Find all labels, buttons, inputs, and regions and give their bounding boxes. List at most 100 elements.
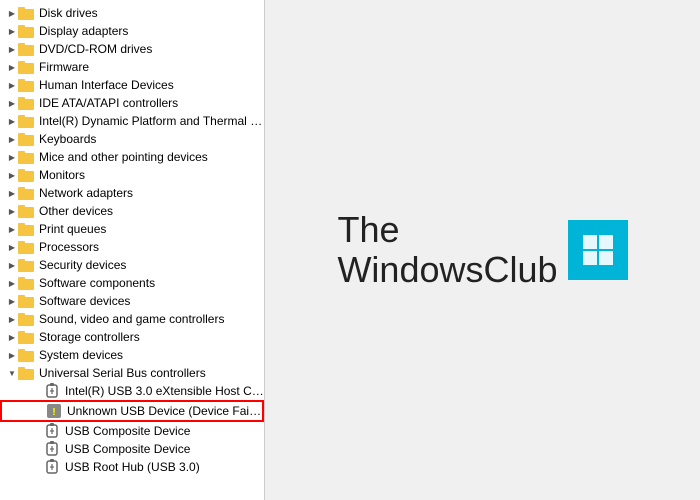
tree-item-system-devices[interactable]: ▶ System devices — [0, 346, 264, 364]
tree-item-label: Universal Serial Bus controllers — [37, 366, 206, 380]
tree-item-monitors[interactable]: ▶ Monitors — [0, 166, 264, 184]
tree-arrow[interactable]: ▶ — [6, 185, 18, 201]
tree-item-usb-controllers[interactable]: ▼ Universal Serial Bus controllers — [0, 364, 264, 382]
tree-arrow[interactable] — [32, 383, 44, 399]
tree-item-intel-usb[interactable]: Intel(R) USB 3.0 eXtensible Host Control… — [0, 382, 264, 400]
tree-arrow[interactable]: ▶ — [6, 113, 18, 129]
tree-arrow[interactable]: ▶ — [6, 59, 18, 75]
watermark-line1: The — [337, 210, 399, 250]
tree-item-label: Intel(R) Dynamic Platform and Thermal Fr… — [37, 114, 264, 128]
tree-item-ide-ata[interactable]: ▶ IDE ATA/ATAPI controllers — [0, 94, 264, 112]
tree-item-mice[interactable]: ▶ Mice and other pointing devices — [0, 148, 264, 166]
watermark: The WindowsClub — [337, 210, 627, 289]
tree-item-label: Network adapters — [37, 186, 133, 200]
usb-icon — [44, 459, 60, 475]
tree-item-storage-controllers[interactable]: ▶ Storage controllers — [0, 328, 264, 346]
folder-icon — [18, 257, 34, 273]
tree-arrow[interactable]: ▶ — [6, 41, 18, 57]
tree-item-label: Software components — [37, 276, 155, 290]
tree-item-software-components[interactable]: ▶ Software components — [0, 274, 264, 292]
folder-icon — [18, 347, 34, 363]
watermark-line2: WindowsClub — [337, 250, 557, 290]
folder-icon — [18, 221, 34, 237]
tree-item-label: System devices — [37, 348, 123, 362]
windows-logo-icon — [568, 220, 628, 280]
tree-item-label: Display adapters — [37, 24, 128, 38]
tree-item-print-queues[interactable]: ▶ Print queues — [0, 220, 264, 238]
tree-item-label: Other devices — [37, 204, 113, 218]
folder-icon — [18, 239, 34, 255]
right-panel: The WindowsClub — [265, 0, 700, 500]
folder-icon — [18, 95, 34, 111]
tree-arrow[interactable] — [32, 459, 44, 475]
folder-icon — [18, 311, 34, 327]
folder-icon — [18, 5, 34, 21]
tree-item-label: Unknown USB Device (Device Failed Enumer… — [65, 404, 262, 418]
tree-item-usb-root-hub[interactable]: USB Root Hub (USB 3.0) — [0, 458, 264, 476]
tree-item-disk-drives[interactable]: ▶ Disk drives — [0, 4, 264, 22]
tree-arrow[interactable]: ▶ — [6, 203, 18, 219]
tree-item-processors[interactable]: ▶ Processors — [0, 238, 264, 256]
folder-icon — [18, 113, 34, 129]
tree-arrow[interactable]: ▶ — [6, 167, 18, 183]
svg-text:!: ! — [52, 407, 55, 418]
tree-item-security-devices[interactable]: ▶ Security devices — [0, 256, 264, 274]
tree-arrow[interactable]: ▶ — [6, 347, 18, 363]
tree-arrow[interactable]: ▶ — [6, 239, 18, 255]
tree-item-display-adapters[interactable]: ▶ Display adapters — [0, 22, 264, 40]
tree-arrow[interactable]: ▶ — [6, 293, 18, 309]
tree-arrow[interactable]: ▶ — [6, 131, 18, 147]
tree-item-label: Intel(R) USB 3.0 eXtensible Host Control… — [63, 384, 264, 398]
tree-arrow[interactable]: ▶ — [6, 311, 18, 327]
tree-item-label: USB Composite Device — [63, 424, 190, 438]
tree-arrow[interactable] — [34, 403, 46, 419]
tree-arrow[interactable]: ▶ — [6, 221, 18, 237]
tree-arrow[interactable]: ▶ — [6, 149, 18, 165]
tree-item-intel-dynamic[interactable]: ▶ Intel(R) Dynamic Platform and Thermal … — [0, 112, 264, 130]
tree-arrow[interactable]: ▶ — [6, 275, 18, 291]
folder-icon — [18, 77, 34, 93]
device-manager-tree[interactable]: ▶ Disk drives▶ Display adapters▶ DVD/CD-… — [0, 0, 265, 500]
tree-item-label: Disk drives — [37, 6, 98, 20]
tree-item-human-interface[interactable]: ▶ Human Interface Devices — [0, 76, 264, 94]
tree-arrow[interactable]: ▶ — [6, 329, 18, 345]
tree-item-firmware[interactable]: ▶ Firmware — [0, 58, 264, 76]
tree-item-label: Print queues — [37, 222, 106, 236]
usb-icon — [44, 441, 60, 457]
tree-arrow[interactable]: ▶ — [6, 95, 18, 111]
tree-arrow[interactable]: ▶ — [6, 23, 18, 39]
tree-item-other-devices[interactable]: ▶ Other devices — [0, 202, 264, 220]
tree-item-label: USB Composite Device — [63, 442, 190, 456]
tree-item-label: USB Root Hub (USB 3.0) — [63, 460, 200, 474]
tree-arrow[interactable] — [32, 441, 44, 457]
tree-arrow[interactable] — [32, 423, 44, 439]
tree-item-sound-video[interactable]: ▶ Sound, video and game controllers — [0, 310, 264, 328]
folder-icon — [18, 59, 34, 75]
tree-arrow[interactable]: ▶ — [6, 257, 18, 273]
tree-item-label: Storage controllers — [37, 330, 140, 344]
folder-icon — [18, 329, 34, 345]
tree-item-label: Software devices — [37, 294, 130, 308]
folder-icon — [18, 23, 34, 39]
tree-item-keyboards[interactable]: ▶ Keyboards — [0, 130, 264, 148]
tree-arrow[interactable]: ▶ — [6, 5, 18, 21]
tree-item-label: IDE ATA/ATAPI controllers — [37, 96, 178, 110]
tree-arrow[interactable]: ▼ — [6, 365, 18, 381]
folder-icon — [18, 275, 34, 291]
tree-item-label: Processors — [37, 240, 99, 254]
tree-item-software-devices[interactable]: ▶ Software devices — [0, 292, 264, 310]
tree-arrow[interactable]: ▶ — [6, 77, 18, 93]
warning-icon: ! — [46, 403, 62, 419]
folder-icon — [18, 203, 34, 219]
folder-icon — [18, 149, 34, 165]
tree-item-usb-composite-2[interactable]: USB Composite Device — [0, 440, 264, 458]
folder-icon — [18, 167, 34, 183]
tree-item-label: Mice and other pointing devices — [37, 150, 208, 164]
tree-item-label: Firmware — [37, 60, 89, 74]
tree-item-network-adapters[interactable]: ▶ Network adapters — [0, 184, 264, 202]
tree-item-usb-composite-1[interactable]: USB Composite Device — [0, 422, 264, 440]
usb-icon — [44, 383, 60, 399]
tree-item-dvd-cdrom[interactable]: ▶ DVD/CD-ROM drives — [0, 40, 264, 58]
tree-item-label: Security devices — [37, 258, 126, 272]
tree-item-unknown-usb[interactable]: ! Unknown USB Device (Device Failed Enum… — [0, 400, 264, 422]
